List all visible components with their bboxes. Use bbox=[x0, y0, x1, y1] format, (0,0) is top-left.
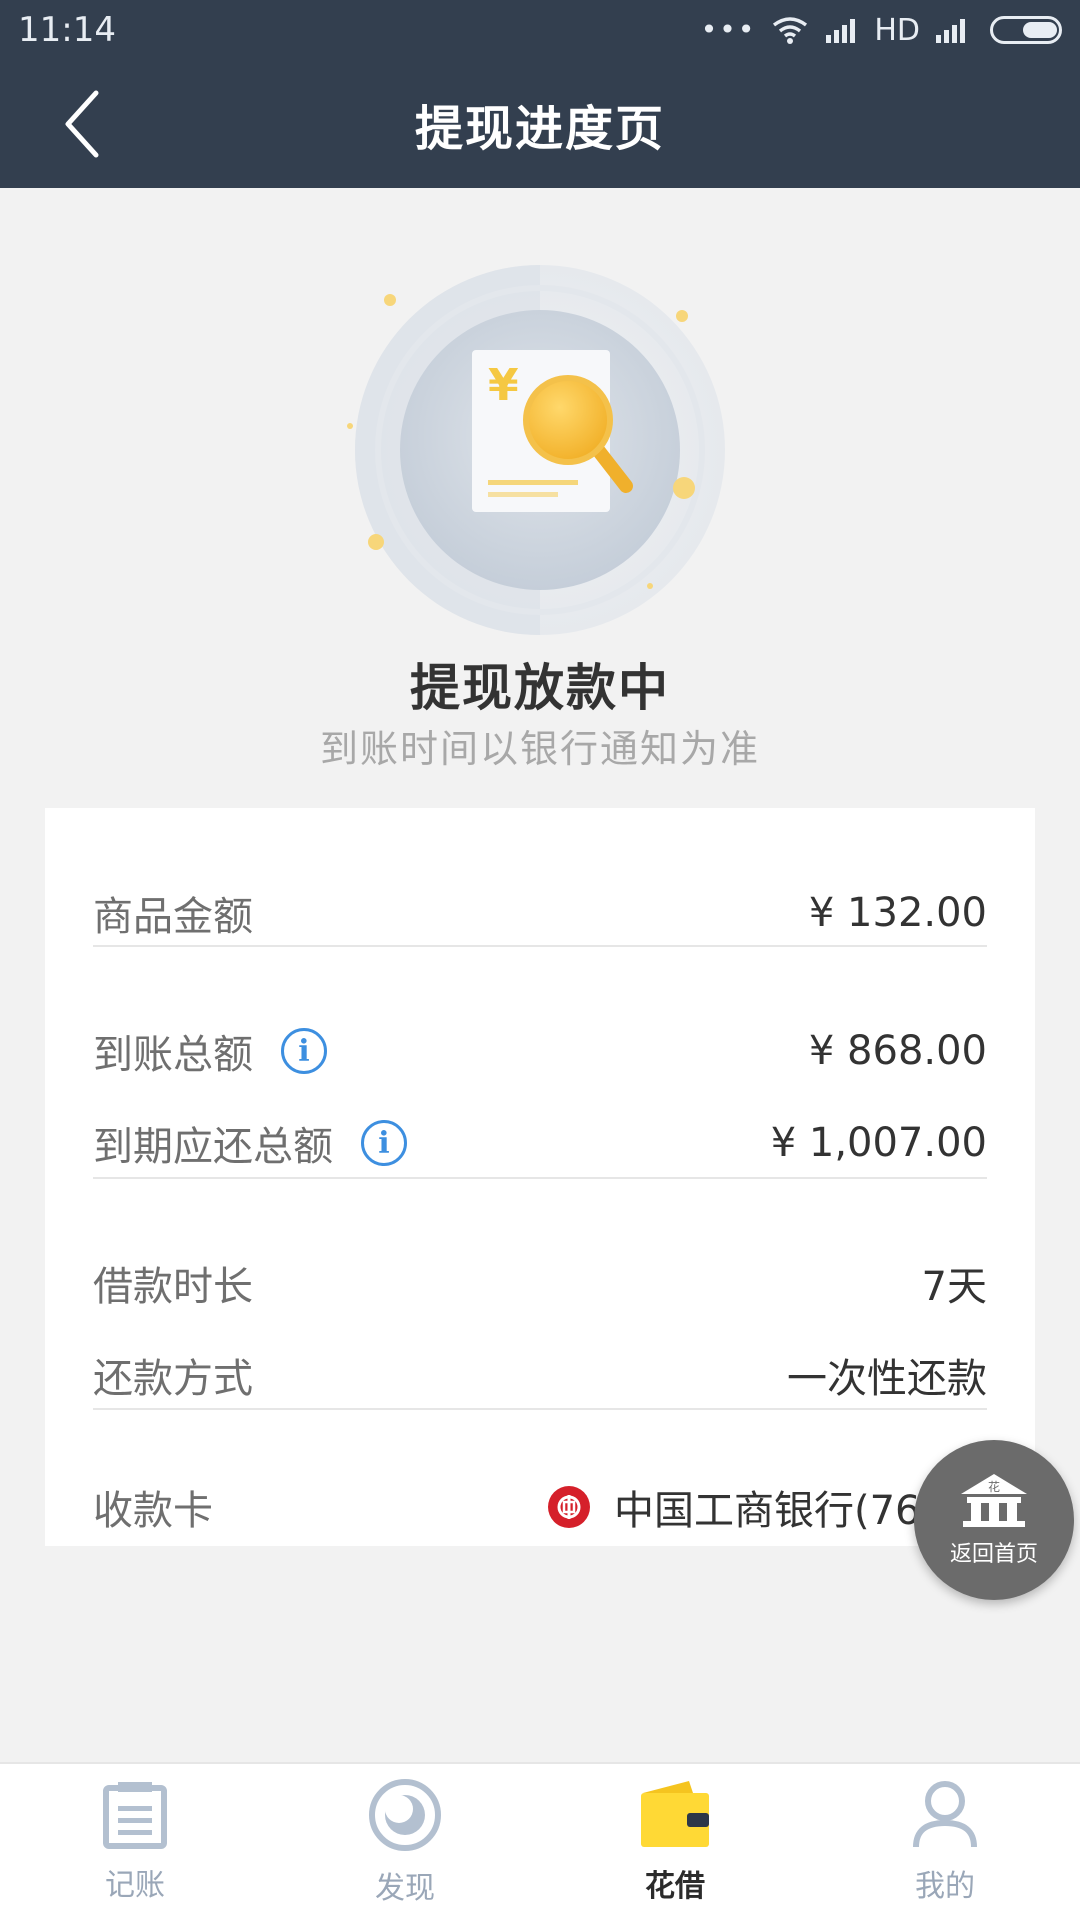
row-received-total: 到账总额 i ¥ 868.00 bbox=[93, 1016, 987, 1086]
chevron-left-icon bbox=[65, 90, 99, 158]
more-dots-icon: ••• bbox=[700, 13, 757, 46]
row-receiving-card[interactable]: 收款卡 中国工商银行(7698) bbox=[93, 1472, 987, 1542]
nav-label: 花借 bbox=[645, 1869, 705, 1904]
product-amount-value: ¥ 132.00 bbox=[808, 890, 987, 936]
loan-term-value: 7天 bbox=[921, 1264, 987, 1310]
signal-icon-2 bbox=[936, 19, 965, 43]
status-icons: ••• HD bbox=[701, 13, 1062, 48]
nav-label: 发现 bbox=[375, 1871, 435, 1906]
divider bbox=[93, 1177, 987, 1179]
app-root: 11:14 ••• HD 提现进度页 ¥ 提现放款中 到账时间以银行通知为准 商… bbox=[0, 0, 1080, 1920]
divider bbox=[93, 945, 987, 947]
info-icon[interactable]: i bbox=[281, 1028, 327, 1074]
page-title: 提现进度页 bbox=[414, 101, 665, 157]
nav-label: 我的 bbox=[915, 1869, 975, 1904]
divider bbox=[93, 1408, 987, 1410]
receiving-card-label: 收款卡 bbox=[93, 1488, 213, 1534]
row-due-total: 到期应还总额 i ¥ 1,007.00 bbox=[93, 1108, 987, 1178]
signal-icon bbox=[826, 19, 856, 43]
nav-item-discover[interactable]: 发现 bbox=[305, 1777, 505, 1907]
discover-icon bbox=[369, 1779, 441, 1851]
return-home-button[interactable]: 花 返回首页 bbox=[914, 1440, 1074, 1600]
row-repayment-method: 还款方式 一次性还款 bbox=[93, 1340, 987, 1410]
back-button[interactable] bbox=[42, 84, 122, 164]
float-badge: 花 bbox=[988, 1479, 1000, 1494]
nav-item-loan[interactable]: 花借 bbox=[575, 1779, 775, 1905]
header-bar: 提现进度页 bbox=[0, 60, 1080, 188]
status-hero: ¥ 提现放款中 到账时间以银行通知为准 bbox=[0, 188, 1080, 808]
received-total-label: 到账总额 bbox=[93, 1032, 253, 1078]
nav-item-mine[interactable]: 我的 bbox=[845, 1779, 1045, 1905]
document-search-illustration: ¥ bbox=[347, 265, 725, 635]
wifi-icon bbox=[773, 17, 808, 44]
product-amount-label: 商品金额 bbox=[93, 894, 253, 940]
repayment-method-label: 还款方式 bbox=[93, 1356, 253, 1402]
status-title: 提现放款中 bbox=[410, 659, 670, 717]
row-product-amount: 商品金额 ¥ 132.00 bbox=[93, 878, 987, 948]
repayment-method-value: 一次性还款 bbox=[787, 1356, 987, 1402]
bottom-nav: 记账 发现 花借 我的 bbox=[0, 1762, 1080, 1920]
loan-term-label: 借款时长 bbox=[93, 1264, 253, 1310]
network-type: HD bbox=[874, 12, 920, 48]
row-loan-term: 借款时长 7天 bbox=[93, 1248, 987, 1318]
due-total-value: ¥ 1,007.00 bbox=[770, 1120, 987, 1166]
nav-item-bookkeeping[interactable]: 记账 bbox=[35, 1780, 235, 1904]
details-card: 商品金额 ¥ 132.00 到账总额 i ¥ 868.00 到期应还总额 i ¥… bbox=[45, 808, 1035, 1546]
battery-icon bbox=[990, 16, 1062, 44]
yen-symbol: ¥ bbox=[488, 360, 519, 411]
due-total-label: 到期应还总额 bbox=[93, 1124, 333, 1170]
status-subtitle: 到账时间以银行通知为准 bbox=[319, 727, 760, 771]
user-icon bbox=[913, 1781, 977, 1848]
info-icon[interactable]: i bbox=[361, 1120, 407, 1166]
notebook-icon bbox=[103, 1782, 167, 1849]
status-bar: 11:14 ••• HD bbox=[0, 0, 1080, 60]
icbc-logo-icon bbox=[547, 1486, 590, 1528]
received-total-value: ¥ 868.00 bbox=[808, 1028, 987, 1074]
return-home-label: 返回首页 bbox=[949, 1542, 1038, 1567]
wallet-icon bbox=[641, 1781, 709, 1847]
bank-building-icon: 花 bbox=[961, 1474, 1027, 1527]
status-time: 11:14 bbox=[18, 10, 116, 50]
nav-label: 记账 bbox=[105, 1868, 165, 1903]
